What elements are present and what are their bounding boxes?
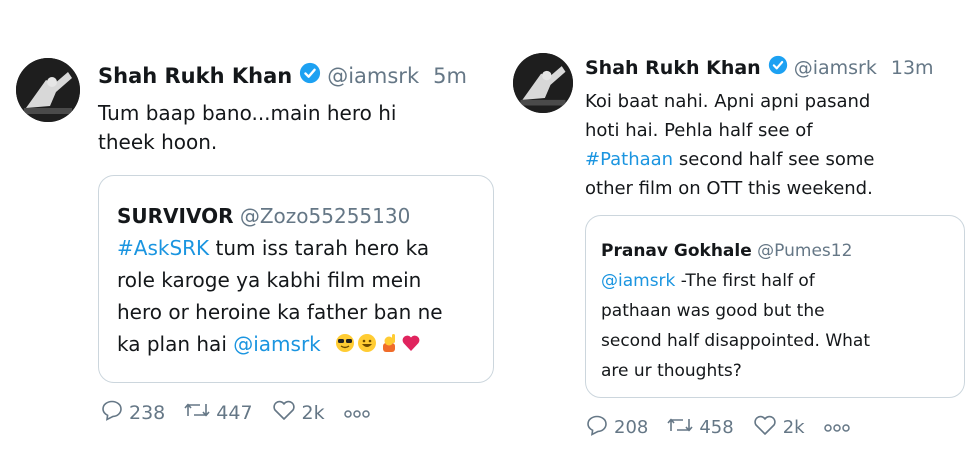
- tweet-header: Shah Rukh Khan @iamsrk 13m: [585, 55, 934, 80]
- reply-icon: [100, 398, 129, 427]
- sunglasses-emoji-icon: [335, 330, 355, 362]
- tweet-text-line: theek hoon.: [98, 130, 218, 154]
- timestamp[interactable]: 13m: [891, 57, 934, 79]
- reply-icon: [585, 413, 614, 442]
- more-options-icon: [823, 417, 856, 438]
- quoted-tweet[interactable]: SURVIVOR @Zozo55255130 #AskSRK tum iss t…: [98, 175, 494, 383]
- quoted-text: -The first half of: [675, 271, 815, 291]
- reply-button[interactable]: 208: [585, 413, 648, 442]
- quoted-text: ka plan hai: [117, 332, 234, 356]
- author-name[interactable]: Shah Rukh Khan: [98, 64, 292, 88]
- quoted-text: tum iss tarah hero ka: [209, 236, 430, 260]
- tweet-text-line: second half see some: [673, 149, 875, 170]
- tweet-actions: 238 447 2k: [100, 398, 394, 427]
- retweet-count: 447: [216, 401, 253, 424]
- more-options-icon: [343, 402, 376, 424]
- avatar[interactable]: [513, 53, 573, 113]
- heart-icon: [271, 398, 302, 427]
- like-count: 2k: [301, 401, 325, 424]
- heart-icon: [752, 413, 783, 442]
- quoted-text: pathaan was good but the: [601, 301, 825, 321]
- tweet-header: Shah Rukh Khan @iamsrk 5m: [98, 62, 467, 89]
- emoji-group: [335, 330, 423, 362]
- raising-hand-emoji-icon: [379, 330, 399, 362]
- author-handle[interactable]: @iamsrk: [794, 57, 877, 79]
- like-button[interactable]: 2k: [271, 398, 325, 427]
- reply-button[interactable]: 238: [100, 398, 165, 427]
- tweet-text: Tum baap bano...main hero hi theek hoon.: [98, 99, 498, 157]
- quoted-author-name: Pranav Gokhale: [601, 241, 752, 261]
- reply-count: 208: [614, 417, 649, 438]
- author-name[interactable]: Shah Rukh Khan: [585, 57, 761, 79]
- tweet-text-line: Tum baap bano...main hero hi: [98, 101, 397, 125]
- timestamp[interactable]: 5m: [433, 64, 467, 88]
- reply-count: 238: [129, 401, 166, 424]
- retweet-button[interactable]: 447: [183, 398, 253, 427]
- verified-badge-icon: [768, 55, 788, 80]
- tweet-actions: 208 458 2k: [585, 413, 874, 442]
- hashtag-link[interactable]: #Pathaan: [585, 149, 673, 170]
- quoted-text: role karoge ya kabhi film mein: [117, 268, 422, 292]
- red-heart-emoji-icon: [401, 330, 421, 362]
- quoted-tweet[interactable]: Pranav Gokhale @Pumes12 @iamsrk -The fir…: [585, 215, 965, 398]
- retweet-icon: [183, 398, 216, 427]
- like-count: 2k: [782, 417, 805, 438]
- more-button[interactable]: [823, 417, 856, 438]
- tweet-text: Koi baat nahi. Apni apni pasand hoti hai…: [585, 87, 965, 203]
- tweet-text-line: Koi baat nahi. Apni apni pasand: [585, 91, 871, 112]
- more-button[interactable]: [343, 402, 376, 424]
- author-handle[interactable]: @iamsrk: [327, 64, 419, 88]
- hashtag-link[interactable]: #AskSRK: [117, 236, 209, 260]
- avatar[interactable]: [16, 58, 80, 122]
- quoted-text: second half disappointed. What: [601, 331, 870, 351]
- quoted-text: are ur thoughts?: [601, 361, 742, 381]
- retweet-button[interactable]: 458: [666, 413, 734, 442]
- retweet-icon: [666, 413, 699, 442]
- mention-link[interactable]: @iamsrk: [233, 332, 321, 356]
- quoted-author-handle: @Zozo55255130: [239, 204, 411, 228]
- retweet-count: 458: [699, 417, 734, 438]
- tweet-text-line: other film on OTT this weekend.: [585, 178, 873, 199]
- grin-emoji-icon: [357, 330, 377, 362]
- mention-link[interactable]: @iamsrk: [601, 271, 675, 291]
- like-button[interactable]: 2k: [752, 413, 805, 442]
- quoted-author-handle: @Pumes12: [757, 241, 853, 261]
- verified-badge-icon: [299, 62, 321, 89]
- tweet-text-line: hoti hai. Pehla half see of: [585, 120, 813, 141]
- quoted-text: hero or heroine ka father ban ne: [117, 300, 443, 324]
- quoted-author-name: SURVIVOR: [117, 204, 234, 228]
